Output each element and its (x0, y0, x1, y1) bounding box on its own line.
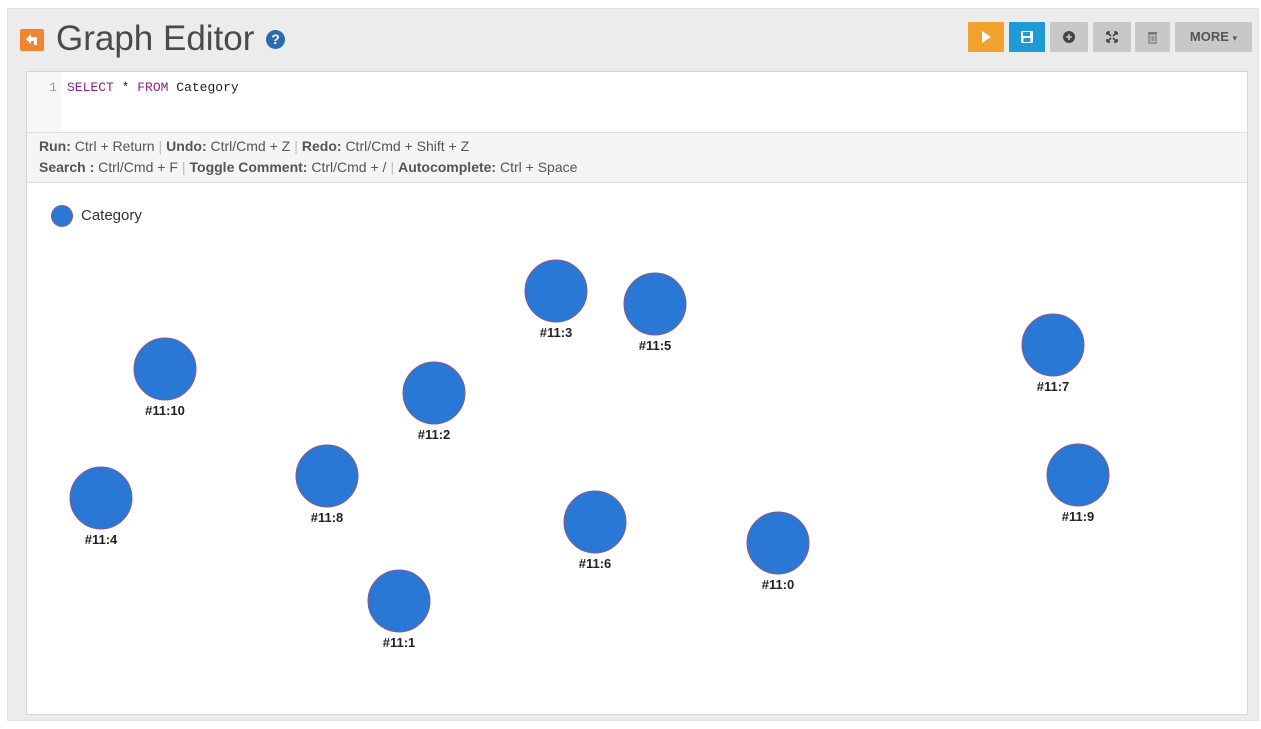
save-button[interactable] (1009, 22, 1045, 52)
shortcuts-row-1: Run: Ctrl + Return | Undo: Ctrl/Cmd + Z | Re… (39, 138, 470, 154)
keyboard-shortcuts-bar: Run: Ctrl + Return | Undo: Ctrl/Cmd + Z | Re… (27, 133, 1247, 183)
trash-icon (1148, 32, 1157, 44)
graph-node-label: #11:8 (311, 510, 344, 525)
plus-circle-icon (1063, 31, 1075, 43)
floppy-disk-icon (1021, 31, 1033, 43)
run-shortcut-key: Run: (39, 138, 71, 154)
graph-node-circle[interactable] (746, 511, 810, 575)
graph-node[interactable]: #11:5 (623, 272, 687, 353)
search-shortcut-key: Search : (39, 159, 95, 175)
graph-node-label: #11:0 (762, 577, 795, 592)
autocomplete-shortcut-value: Ctrl + Space (499, 159, 578, 175)
comment-shortcut-value: Ctrl/Cmd + / (311, 159, 387, 175)
header: Graph Editor ? MORE ▾ (8, 9, 1258, 71)
graph-node[interactable]: #11:1 (367, 569, 431, 650)
redo-shortcut-key: Redo: (301, 138, 342, 154)
expand-icon (1106, 31, 1118, 43)
run-shortcut-value: Ctrl + Return (74, 138, 155, 154)
more-dropdown-button[interactable]: MORE ▾ (1175, 22, 1252, 52)
query-class-name: Category (176, 80, 239, 95)
graph-node-label: #11:2 (418, 427, 451, 442)
graph-node-circle[interactable] (524, 259, 588, 323)
graph-node[interactable]: #11:8 (295, 444, 359, 525)
run-button[interactable] (968, 22, 1004, 52)
redo-shortcut-value: Ctrl/Cmd + Shift + Z (345, 138, 470, 154)
page-title: Graph Editor (56, 19, 255, 58)
graph-node[interactable]: #11:3 (524, 259, 588, 340)
graph-node-circle[interactable] (367, 569, 431, 633)
graph-editor-window: Graph Editor ? MORE ▾ 1 SELECT * FROM Ca… (7, 8, 1259, 721)
graph-node[interactable]: #11:4 (69, 466, 133, 547)
graph-node-circle[interactable] (402, 361, 466, 425)
graph-node-label: #11:6 (579, 556, 612, 571)
keyword-select: SELECT (67, 80, 114, 95)
graph-node-label: #11:10 (145, 403, 185, 418)
delete-button[interactable] (1135, 22, 1170, 52)
comment-shortcut-key: Toggle Comment: (189, 159, 308, 175)
query-editor[interactable]: 1 SELECT * FROM Category (27, 72, 1247, 133)
autocomplete-shortcut-key: Autocomplete: (398, 159, 497, 175)
keyword-from: FROM (137, 80, 169, 95)
add-vertex-button[interactable] (1050, 22, 1088, 52)
search-shortcut-value: Ctrl/Cmd + F (98, 159, 178, 175)
graph-node-circle[interactable] (1021, 313, 1085, 377)
graph-node[interactable]: #11:10 (133, 337, 197, 418)
graph-node[interactable]: #11:2 (402, 361, 466, 442)
graph-node-circle[interactable] (623, 272, 687, 336)
fullscreen-button[interactable] (1093, 22, 1131, 52)
more-label: MORE (1189, 29, 1229, 44)
graph-node-circle[interactable] (69, 466, 133, 530)
graph-node[interactable]: #11:9 (1046, 443, 1110, 524)
graph-nodes[interactable]: #11:3 #11:5 #11:7 #11:10 #11:2 #11:8 #11:4 #11:… (27, 182, 1247, 714)
help-icon[interactable]: ? (266, 30, 285, 49)
undo-shortcut-key: Undo: (166, 138, 207, 154)
back-arrow-icon[interactable] (20, 29, 44, 51)
query-text[interactable]: SELECT * FROM Category (67, 80, 239, 95)
graph-node[interactable]: #11:0 (746, 511, 810, 592)
graph-node-circle[interactable] (563, 490, 627, 554)
caret-down-icon: ▾ (1232, 33, 1238, 43)
graph-node-circle[interactable] (1046, 443, 1110, 507)
graph-node-label: #11:5 (639, 338, 672, 353)
graph-canvas[interactable]: Category #11:3 #11:5 #11:7 #11:10 #11:2 #11:8… (27, 182, 1247, 714)
graph-node-label: #11:7 (1037, 379, 1070, 394)
graph-node-label: #11:3 (540, 325, 573, 340)
line-number: 1 (27, 72, 61, 132)
graph-node-circle[interactable] (295, 444, 359, 508)
play-icon (982, 31, 991, 43)
undo-shortcut-value: Ctrl/Cmd + Z (210, 138, 291, 154)
graph-node-label: #11:1 (383, 635, 416, 650)
select-star: * (121, 80, 130, 95)
editor-panel: 1 SELECT * FROM Category Run: Ctrl + Ret… (26, 71, 1248, 715)
graph-node[interactable]: #11:6 (563, 490, 627, 571)
graph-node-label: #11:9 (1062, 509, 1095, 524)
shortcuts-row-2: Search : Ctrl/Cmd + F | Toggle Comment: Ct… (39, 159, 578, 175)
graph-node-label: #11:4 (85, 532, 118, 547)
graph-node-circle[interactable] (133, 337, 197, 401)
graph-node[interactable]: #11:7 (1021, 313, 1085, 394)
